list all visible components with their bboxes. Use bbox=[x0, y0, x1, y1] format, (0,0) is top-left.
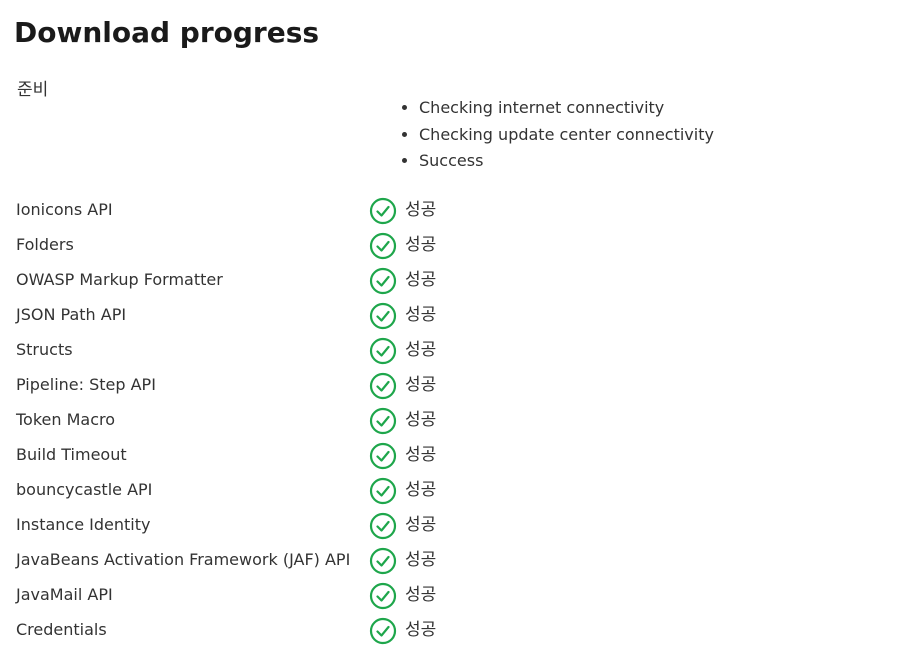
plugin-row: Token Macro 성공 bbox=[16, 402, 616, 437]
check-circle-icon bbox=[369, 512, 397, 540]
plugin-name: Structs bbox=[16, 340, 73, 359]
plugin-name: Instance Identity bbox=[16, 515, 151, 534]
check-circle-icon bbox=[369, 407, 397, 435]
plugin-status: 성공 bbox=[369, 232, 436, 260]
status-text: 성공 bbox=[405, 200, 437, 220]
plugin-status: 성공 bbox=[369, 302, 436, 330]
check-circle-icon bbox=[369, 337, 397, 365]
check-circle-icon bbox=[369, 197, 397, 225]
download-progress-page: Download progress 준비 Checking internet c… bbox=[0, 0, 918, 646]
plugin-row: Pipeline: Step API 성공 bbox=[16, 367, 616, 402]
status-text: 성공 bbox=[405, 585, 437, 605]
plugin-status: 성공 bbox=[369, 267, 436, 295]
plugin-name: Ionicons API bbox=[16, 200, 113, 219]
preparation-step: Checking internet connectivity bbox=[419, 95, 714, 122]
plugin-name: JavaBeans Activation Framework (JAF) API bbox=[16, 550, 351, 569]
plugin-status: 성공 bbox=[369, 372, 436, 400]
plugin-row: Instance Identity 성공 bbox=[16, 507, 616, 542]
preparation-steps-list: Checking internet connectivity Checking … bbox=[397, 95, 714, 175]
plugin-row: bouncycastle API 성공 bbox=[16, 472, 616, 507]
status-text: 성공 bbox=[405, 480, 437, 500]
status-text: 성공 bbox=[405, 620, 437, 640]
plugin-status-table: Ionicons API 성공 Folders 성공 OWASP Markup Form… bbox=[16, 192, 616, 646]
preparation-step: Checking update center connectivity bbox=[419, 122, 714, 149]
plugin-row: JSON Path API 성공 bbox=[16, 297, 616, 332]
plugin-status: 성공 bbox=[369, 512, 436, 540]
plugin-row: JavaMail API 성공 bbox=[16, 577, 616, 612]
plugin-status: 성공 bbox=[369, 442, 436, 470]
plugin-status: 성공 bbox=[369, 582, 436, 610]
plugin-status: 성공 bbox=[369, 477, 436, 505]
plugin-name: bouncycastle API bbox=[16, 480, 153, 499]
status-text: 성공 bbox=[405, 375, 437, 395]
check-circle-icon bbox=[369, 547, 397, 575]
plugin-name: Build Timeout bbox=[16, 445, 127, 464]
plugin-status: 성공 bbox=[369, 407, 436, 435]
plugin-row: Structs 성공 bbox=[16, 332, 616, 367]
plugin-name: Token Macro bbox=[16, 410, 116, 429]
check-circle-icon bbox=[369, 582, 397, 610]
status-text: 성공 bbox=[405, 270, 437, 290]
plugin-name: Credentials bbox=[16, 620, 107, 639]
preparation-step: Success bbox=[419, 148, 714, 175]
page-title: Download progress bbox=[14, 16, 320, 49]
status-text: 성공 bbox=[405, 445, 437, 465]
plugin-row: Folders 성공 bbox=[16, 227, 616, 262]
plugin-row: Ionicons API 성공 bbox=[16, 192, 616, 227]
status-text: 성공 bbox=[405, 550, 437, 570]
plugin-name: OWASP Markup Formatter bbox=[16, 270, 223, 289]
plugin-name: JSON Path API bbox=[16, 305, 127, 324]
status-text: 성공 bbox=[405, 235, 437, 255]
plugin-name: JavaMail API bbox=[16, 585, 113, 604]
plugin-name: Pipeline: Step API bbox=[16, 375, 156, 394]
check-circle-icon bbox=[369, 372, 397, 400]
plugin-status: 성공 bbox=[369, 197, 436, 225]
plugin-status: 성공 bbox=[369, 337, 436, 365]
plugin-row: OWASP Markup Formatter 성공 bbox=[16, 262, 616, 297]
status-text: 성공 bbox=[405, 305, 437, 325]
status-text: 성공 bbox=[405, 410, 437, 430]
status-text: 성공 bbox=[405, 340, 437, 360]
check-circle-icon bbox=[369, 477, 397, 505]
plugin-row: Build Timeout 성공 bbox=[16, 437, 616, 472]
check-circle-icon bbox=[369, 267, 397, 295]
plugin-status: 성공 bbox=[369, 547, 436, 575]
plugin-row: Credentials 성공 bbox=[16, 612, 616, 646]
plugin-row: JavaBeans Activation Framework (JAF) API… bbox=[16, 542, 616, 577]
check-circle-icon bbox=[369, 617, 397, 645]
plugin-name: Folders bbox=[16, 235, 74, 254]
check-circle-icon bbox=[369, 442, 397, 470]
plugin-status: 성공 bbox=[369, 617, 436, 645]
check-circle-icon bbox=[369, 232, 397, 260]
check-circle-icon bbox=[369, 302, 397, 330]
preparation-label: 준비 bbox=[17, 80, 49, 100]
status-text: 성공 bbox=[405, 515, 437, 535]
